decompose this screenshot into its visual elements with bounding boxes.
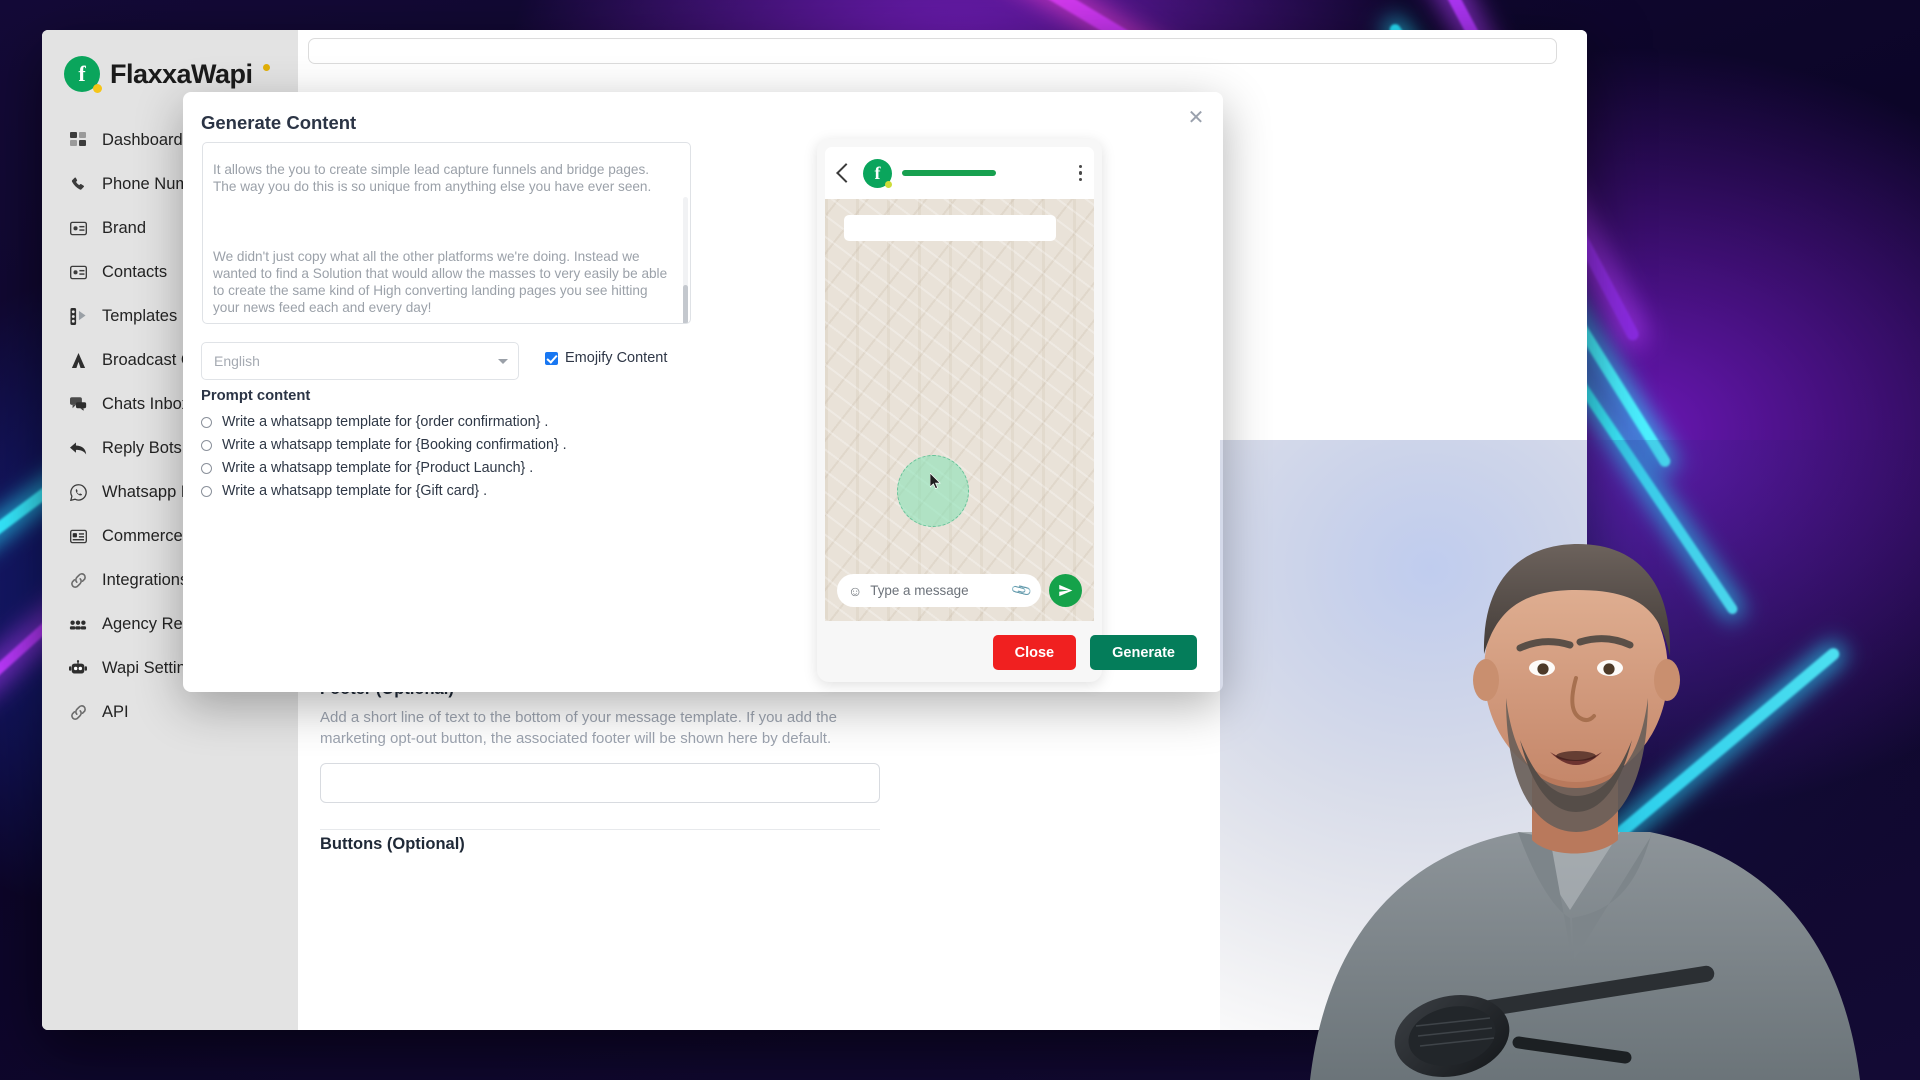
radio-unchecked-icon [201, 416, 212, 428]
back-chevron-icon[interactable] [836, 163, 856, 183]
language-value: English [214, 353, 260, 369]
generate-button[interactable]: Generate [1090, 635, 1197, 670]
prompt-option-1[interactable]: Write a whatsapp template for {order con… [201, 414, 548, 430]
close-button[interactable]: Close [992, 635, 1077, 670]
textarea-paragraph-1: It allows the you to create simple lead … [213, 162, 652, 195]
prompt-option-label: Write a whatsapp template for {Gift card… [222, 483, 488, 499]
prompt-option-label: Write a whatsapp template for {Product L… [222, 460, 534, 476]
radio-unchecked-icon [201, 462, 212, 474]
phone-header: f [825, 147, 1094, 199]
send-icon[interactable] [1049, 574, 1082, 607]
phone-chat-body: ☺ Type a message 📎 [825, 199, 1094, 621]
prompt-content-title: Prompt content [201, 388, 311, 404]
textarea-scrollbar-thumb[interactable] [683, 285, 688, 323]
whatsapp-phone-preview: f ☺ Type a message 📎 [817, 139, 1102, 682]
phone-input-row: ☺ Type a message 📎 [825, 574, 1094, 607]
mouse-cursor-icon [930, 473, 941, 489]
prompt-option-4[interactable]: Write a whatsapp template for {Gift card… [201, 483, 487, 499]
paperclip-icon[interactable]: 📎 [1009, 579, 1033, 603]
contact-name-placeholder-bar [902, 170, 996, 176]
presenter-webcam-overlay [1220, 440, 1920, 1080]
language-select[interactable]: English [201, 342, 519, 380]
emojify-content-checkbox[interactable]: Emojify Content [545, 350, 667, 366]
textarea-paragraph-2: We didn't just copy what all the other p… [213, 248, 668, 316]
generate-content-modal: Generate Content ✕ It allows the you to … [183, 92, 1223, 692]
click-ripple-indicator [897, 455, 969, 527]
smiley-icon[interactable]: ☺ [848, 584, 862, 598]
close-icon[interactable]: ✕ [1183, 105, 1209, 131]
emojify-label: Emojify Content [565, 350, 668, 366]
prompt-option-2[interactable]: Write a whatsapp template for {Booking c… [201, 437, 567, 453]
whatsapp-facebook-avatar-icon: f [863, 158, 892, 188]
modal-title: Generate Content [201, 112, 357, 133]
prompt-option-label: Write a whatsapp template for {Booking c… [222, 437, 567, 453]
modal-footer: Close Generate [992, 635, 1197, 670]
message-bubble-placeholder [844, 215, 1056, 241]
radio-unchecked-icon [201, 439, 212, 451]
radio-unchecked-icon [201, 485, 212, 497]
textarea-spacer [213, 196, 668, 248]
prompt-textarea[interactable]: It allows the you to create simple lead … [202, 142, 691, 324]
chevron-down-icon [498, 358, 508, 364]
prompt-option-3[interactable]: Write a whatsapp template for {Product L… [201, 460, 533, 476]
more-vertical-icon[interactable] [1078, 164, 1082, 182]
message-placeholder: Type a message [870, 583, 969, 598]
checkbox-checked-icon [545, 351, 558, 365]
message-input[interactable]: ☺ Type a message 📎 [837, 574, 1041, 607]
prompt-option-label: Write a whatsapp template for {order con… [222, 414, 549, 430]
